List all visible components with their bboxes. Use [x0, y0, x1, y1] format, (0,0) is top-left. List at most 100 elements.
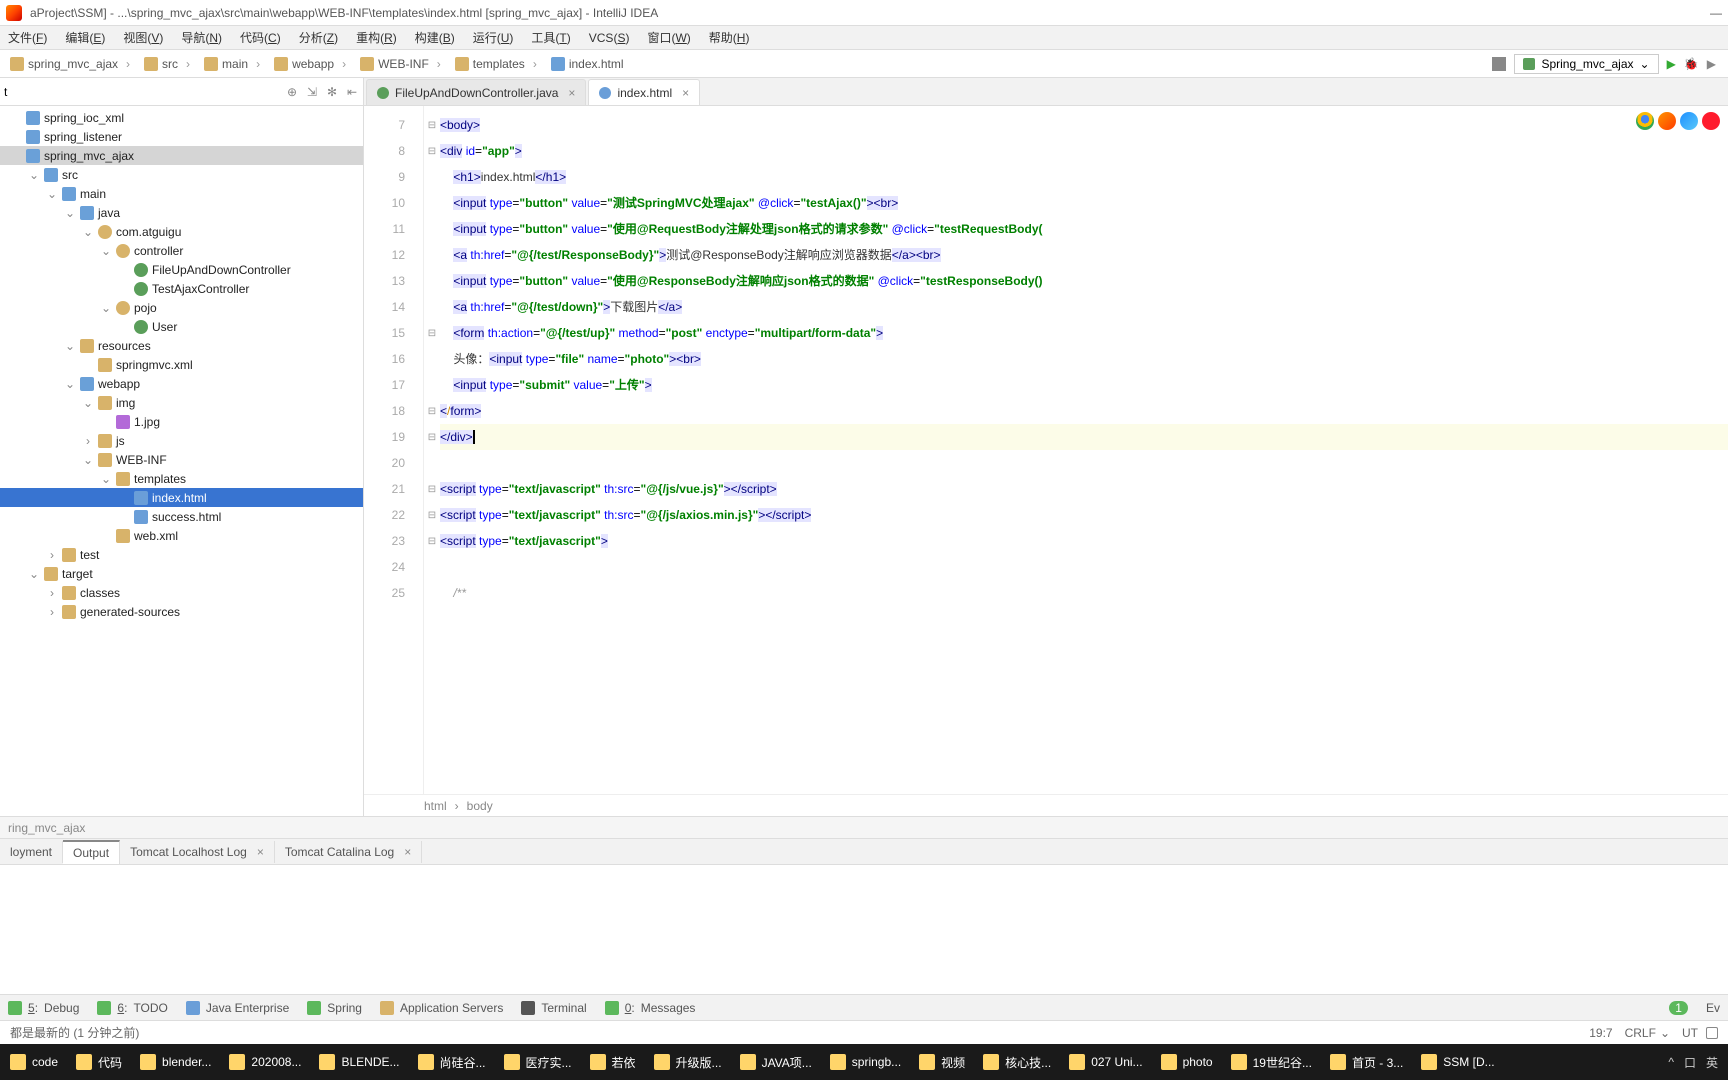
- fold-marker[interactable]: [424, 554, 440, 580]
- line-number[interactable]: 14: [364, 294, 423, 320]
- fold-marker[interactable]: ⊟: [424, 112, 440, 138]
- fold-marker[interactable]: ⊟: [424, 320, 440, 346]
- tree-node[interactable]: webapp: [0, 374, 363, 393]
- tree-expander-icon[interactable]: [64, 339, 76, 353]
- tree-node[interactable]: spring_ioc_xml: [0, 108, 363, 127]
- system-tray[interactable]: ^口英: [1668, 1054, 1726, 1071]
- fold-marker[interactable]: ⊟: [424, 398, 440, 424]
- minimize-button[interactable]: —: [1710, 6, 1722, 20]
- file-encoding[interactable]: UT: [1682, 1026, 1698, 1040]
- close-tab-icon[interactable]: ×: [568, 86, 575, 100]
- taskbar-item[interactable]: code: [2, 1047, 66, 1077]
- tree-node[interactable]: templates: [0, 469, 363, 488]
- fold-marker[interactable]: [424, 346, 440, 372]
- hide-panel-icon[interactable]: ⇤: [345, 85, 359, 99]
- taskbar-item[interactable]: 027 Uni...: [1061, 1047, 1150, 1077]
- line-number[interactable]: 9: [364, 164, 423, 190]
- taskbar-item[interactable]: photo: [1153, 1047, 1221, 1077]
- tool-window-button[interactable]: Spring: [307, 1001, 362, 1015]
- line-separator[interactable]: CRLF: [1625, 1026, 1656, 1040]
- menu-item[interactable]: 分析(Z): [299, 29, 338, 46]
- tree-expander-icon[interactable]: [28, 567, 40, 581]
- tree-node[interactable]: User: [0, 317, 363, 336]
- taskbar-item[interactable]: 尚硅谷...: [410, 1047, 494, 1077]
- line-number[interactable]: 18: [364, 398, 423, 424]
- tray-item[interactable]: ^: [1668, 1055, 1674, 1069]
- line-gutter[interactable]: 78910111213141516171819202122232425: [364, 106, 424, 794]
- tree-node[interactable]: TestAjaxController: [0, 279, 363, 298]
- line-number[interactable]: 12: [364, 242, 423, 268]
- structure-breadcrumb[interactable]: html › body: [364, 794, 1728, 816]
- taskbar-item[interactable]: 核心技...: [975, 1047, 1059, 1077]
- line-number[interactable]: 24: [364, 554, 423, 580]
- menu-item[interactable]: 运行(U): [473, 29, 514, 46]
- nav-crumb[interactable]: src›: [138, 55, 196, 73]
- fold-marker[interactable]: [424, 216, 440, 242]
- tree-expander-icon[interactable]: [28, 168, 40, 182]
- tree-node[interactable]: java: [0, 203, 363, 222]
- tree-node[interactable]: js: [0, 431, 363, 450]
- tree-expander-icon[interactable]: [46, 605, 58, 619]
- tree-node[interactable]: test: [0, 545, 363, 564]
- tree-node[interactable]: FileUpAndDownController: [0, 260, 363, 279]
- log-output[interactable]: [0, 864, 1728, 994]
- tree-node[interactable]: classes: [0, 583, 363, 602]
- tree-expander-icon[interactable]: [64, 377, 76, 391]
- tree-expander-icon[interactable]: [82, 453, 94, 467]
- tree-expander-icon[interactable]: [46, 586, 58, 600]
- fold-marker[interactable]: ⊟: [424, 424, 440, 450]
- project-scope[interactable]: t: [4, 85, 7, 99]
- menu-item[interactable]: VCS(S): [589, 31, 630, 45]
- fold-marker[interactable]: ⊟: [424, 138, 440, 164]
- run-button-icon[interactable]: ▶: [1667, 57, 1676, 71]
- line-number[interactable]: 22: [364, 502, 423, 528]
- log-tab[interactable]: loyment: [0, 841, 63, 863]
- code-editor[interactable]: 78910111213141516171819202122232425 ⊟⊟⊟⊟…: [364, 106, 1728, 794]
- breadcrumb-item[interactable]: body: [467, 799, 493, 813]
- close-icon[interactable]: ×: [257, 845, 264, 859]
- taskbar-item[interactable]: 代码: [68, 1047, 130, 1077]
- editor-tab[interactable]: index.html×: [588, 79, 700, 105]
- tray-item[interactable]: 英: [1706, 1054, 1718, 1071]
- menu-item[interactable]: 帮助(H): [709, 29, 750, 46]
- tree-node[interactable]: 1.jpg: [0, 412, 363, 431]
- tree-node[interactable]: index.html: [0, 488, 363, 507]
- caret-position[interactable]: 19:7: [1589, 1026, 1612, 1040]
- build-icon[interactable]: [1492, 57, 1506, 71]
- fold-marker[interactable]: [424, 190, 440, 216]
- event-label[interactable]: Ev: [1706, 1001, 1720, 1015]
- fold-marker[interactable]: [424, 164, 440, 190]
- tree-node[interactable]: success.html: [0, 507, 363, 526]
- tree-expander-icon[interactable]: [100, 244, 112, 258]
- event-badge[interactable]: 1: [1669, 1001, 1688, 1015]
- tree-node[interactable]: controller: [0, 241, 363, 260]
- fold-marker[interactable]: [424, 580, 440, 606]
- line-number[interactable]: 23: [364, 528, 423, 554]
- line-number[interactable]: 20: [364, 450, 423, 476]
- project-tree[interactable]: spring_ioc_xmlspring_listenerspring_mvc_…: [0, 106, 363, 816]
- tree-node[interactable]: spring_mvc_ajax: [0, 146, 363, 165]
- tool-window-button[interactable]: 0: Messages: [605, 1001, 696, 1015]
- taskbar-item[interactable]: SSM [D...: [1413, 1047, 1502, 1077]
- line-number[interactable]: 15: [364, 320, 423, 346]
- firefox-icon[interactable]: [1658, 112, 1676, 130]
- taskbar-item[interactable]: 若依: [582, 1047, 644, 1077]
- fold-marker[interactable]: [424, 372, 440, 398]
- tree-node[interactable]: com.atguigu: [0, 222, 363, 241]
- tree-node[interactable]: src: [0, 165, 363, 184]
- log-tab[interactable]: Output: [63, 840, 120, 864]
- collapse-all-icon[interactable]: ⇲: [305, 85, 319, 99]
- log-tab[interactable]: Tomcat Localhost Log×: [120, 841, 275, 863]
- taskbar-item[interactable]: springb...: [822, 1047, 909, 1077]
- menu-item[interactable]: 文件(F): [8, 29, 47, 46]
- menu-item[interactable]: 工具(T): [531, 29, 570, 46]
- close-tab-icon[interactable]: ×: [682, 86, 689, 100]
- fold-marker[interactable]: [424, 268, 440, 294]
- nav-crumb[interactable]: webapp›: [268, 55, 352, 73]
- code-content[interactable]: <body><div id="app"> <h1>index.html</h1>…: [440, 106, 1728, 794]
- taskbar-item[interactable]: 202008...: [221, 1047, 309, 1077]
- fold-marker[interactable]: [424, 450, 440, 476]
- tool-window-button[interactable]: Terminal: [521, 1001, 586, 1015]
- tree-expander-icon[interactable]: [82, 396, 94, 410]
- close-icon[interactable]: ×: [404, 845, 411, 859]
